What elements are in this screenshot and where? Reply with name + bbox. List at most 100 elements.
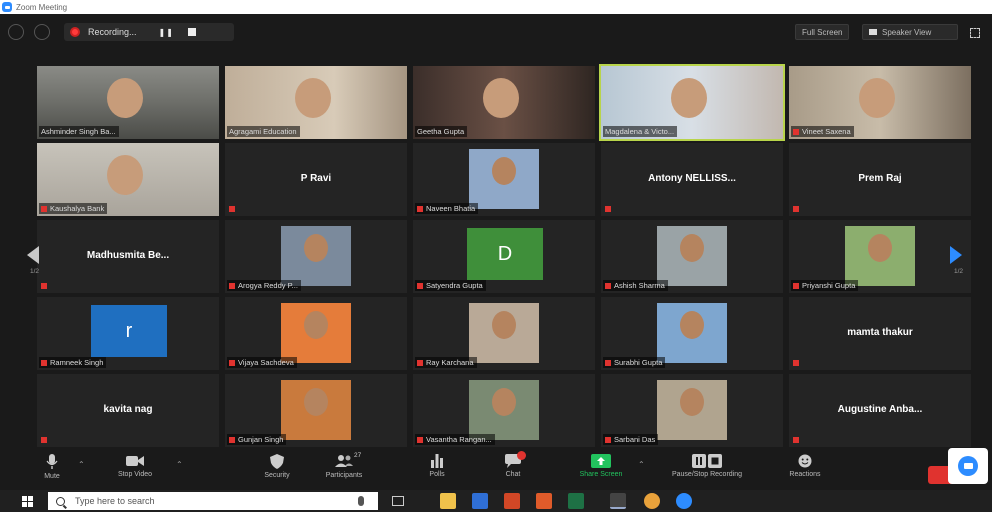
- muted-mic-icon: [605, 359, 611, 366]
- chrome-icon[interactable]: [644, 493, 660, 509]
- zoom-taskbar-icon[interactable]: [676, 493, 692, 509]
- participant-tile[interactable]: Kaushalya Bank: [37, 143, 219, 216]
- participant-tile[interactable]: Antony NELLISS...: [601, 143, 783, 216]
- fullscreen-corners-icon[interactable]: [970, 28, 980, 38]
- muted-mic-icon: [793, 437, 799, 443]
- participant-tile[interactable]: Agragami Education: [225, 66, 407, 139]
- participant-tile[interactable]: D Satyendra Gupta: [413, 220, 595, 293]
- profile-photo-face: [492, 157, 516, 185]
- participant-tile[interactable]: Arogya Reddy P...: [225, 220, 407, 293]
- polls-button[interactable]: Polls: [422, 454, 452, 478]
- microphone-icon: [46, 454, 58, 469]
- participant-name: Gunjan Singh: [238, 435, 284, 444]
- participant-name-label: Agragami Education: [227, 126, 300, 137]
- excel-icon[interactable]: [568, 493, 584, 509]
- stop-recording-icon[interactable]: [187, 28, 196, 36]
- participant-tile[interactable]: Geetha Gupta: [413, 66, 595, 139]
- pause-stop-recording-label: Pause/Stop Recording: [671, 471, 743, 478]
- encryption-shield-icon[interactable]: [8, 24, 24, 40]
- participant-tile[interactable]: Priyanshi Gupta: [789, 220, 971, 293]
- photos-icon[interactable]: [610, 493, 626, 509]
- participant-tile[interactable]: Madhusmita Be...: [37, 220, 219, 293]
- muted-mic-icon: [605, 206, 611, 212]
- participant-tile[interactable]: Ray Karchana: [413, 297, 595, 370]
- chat-label: Chat: [505, 471, 521, 478]
- pause-recording-icon[interactable]: ❚❚: [159, 28, 174, 37]
- muted-mic-icon: [229, 206, 235, 212]
- participant-grid: Ashminder Singh Ba... Agragami Education G…: [37, 64, 971, 447]
- participant-name: Naveen Bhatia: [426, 204, 476, 213]
- zoom-floating-button[interactable]: [948, 448, 988, 484]
- chat-unread-badge: [517, 451, 526, 460]
- participant-name-label: Surabhi Gupta: [603, 357, 666, 368]
- participant-name: Agragami Education: [229, 127, 297, 136]
- participant-tile[interactable]: Sarbani Das: [601, 374, 783, 447]
- participant-name-label: Satyendra Gupta: [415, 280, 486, 291]
- participant-face: [483, 78, 519, 118]
- stop-video-button[interactable]: Stop Video: [110, 454, 160, 478]
- participant-tile[interactable]: Vineet Saxena: [789, 66, 971, 139]
- muted-mic-icon: [793, 282, 799, 289]
- participant-name: Vijaya Sachdeva: [238, 358, 294, 367]
- pause-stop-recording-icon: [692, 454, 722, 468]
- powerpoint-icon[interactable]: [504, 493, 520, 509]
- pause-stop-recording-button[interactable]: Pause/Stop Recording: [652, 454, 762, 478]
- profile-photo-face: [680, 388, 704, 416]
- profile-photo: [469, 380, 539, 440]
- video-options-chevron-icon[interactable]: ⌃: [176, 460, 183, 469]
- full-screen-button[interactable]: Full Screen: [795, 24, 850, 40]
- file-explorer-icon[interactable]: [440, 493, 456, 509]
- participant-name: Magdalena & Victo...: [605, 127, 675, 136]
- participant-tile[interactable]: Vijaya Sachdeva: [225, 297, 407, 370]
- muted-mic-icon: [41, 359, 47, 366]
- meeting-topbar: Recording... ❚❚ Full Screen Speaker View: [0, 14, 992, 54]
- participant-tile[interactable]: Naveen Bhatia: [413, 143, 595, 216]
- participant-face: [107, 78, 143, 118]
- task-view-icon[interactable]: [392, 496, 404, 506]
- avatar-letter: D: [467, 228, 543, 280]
- previous-page-icon[interactable]: [27, 246, 39, 264]
- windows-start-icon[interactable]: [22, 496, 33, 507]
- share-options-chevron-icon[interactable]: ⌃: [638, 460, 645, 469]
- reactions-button[interactable]: Reactions: [782, 454, 828, 478]
- participant-tile[interactable]: r Ramneek Singh: [37, 297, 219, 370]
- voice-mic-icon[interactable]: [358, 496, 364, 506]
- speaker-view-button[interactable]: Speaker View: [862, 24, 958, 40]
- share-screen-button[interactable]: Share Screen: [566, 454, 636, 478]
- muted-mic-icon: [605, 436, 611, 443]
- participant-name-label: Ashish Sharma: [603, 280, 668, 291]
- store-icon[interactable]: [536, 493, 552, 509]
- meeting-toolbar: Mute ⌃ Stop Video ⌃ Security 27 Particip…: [0, 450, 992, 490]
- muted-mic-icon: [229, 359, 235, 366]
- participant-tile[interactable]: P Ravi: [225, 143, 407, 216]
- participant-tile[interactable]: Augustine Anba...: [789, 374, 971, 447]
- muted-mic-icon: [417, 205, 423, 212]
- participant-tile[interactable]: Ashish Sharma: [601, 220, 783, 293]
- participant-name: Geetha Gupta: [417, 127, 465, 136]
- participants-button[interactable]: 27 Participants: [316, 452, 372, 479]
- participant-tile[interactable]: kavita nag: [37, 374, 219, 447]
- participant-tile[interactable]: Magdalena & Victo...: [599, 64, 785, 141]
- participant-tile[interactable]: Gunjan Singh: [225, 374, 407, 447]
- participant-tile[interactable]: mamta thakur: [789, 297, 971, 370]
- muted-mic-icon: [417, 282, 423, 289]
- mute-button[interactable]: Mute: [34, 454, 70, 480]
- participant-tile[interactable]: Prem Raj: [789, 143, 971, 216]
- participant-name-label: Sarbani Das: [603, 434, 659, 445]
- participant-tile[interactable]: Surabhi Gupta: [601, 297, 783, 370]
- participant-name-label: Kaushalya Bank: [39, 203, 108, 214]
- share-screen-icon: [591, 454, 611, 468]
- next-page-icon[interactable]: [950, 246, 962, 264]
- word-icon[interactable]: [472, 493, 488, 509]
- participant-name: Ashminder Singh Ba...: [41, 127, 116, 136]
- security-button[interactable]: Security: [255, 454, 299, 479]
- profile-photo: [281, 380, 351, 440]
- meeting-info-icon[interactable]: [34, 24, 50, 40]
- participant-face: [295, 78, 331, 118]
- muted-mic-icon: [793, 206, 799, 212]
- taskbar-search-input[interactable]: Type here to search: [48, 492, 378, 510]
- participant-tile[interactable]: Vasantha Rangan...: [413, 374, 595, 447]
- chat-button[interactable]: Chat: [498, 451, 528, 478]
- audio-options-chevron-icon[interactable]: ⌃: [78, 460, 85, 469]
- participant-tile[interactable]: Ashminder Singh Ba...: [37, 66, 219, 139]
